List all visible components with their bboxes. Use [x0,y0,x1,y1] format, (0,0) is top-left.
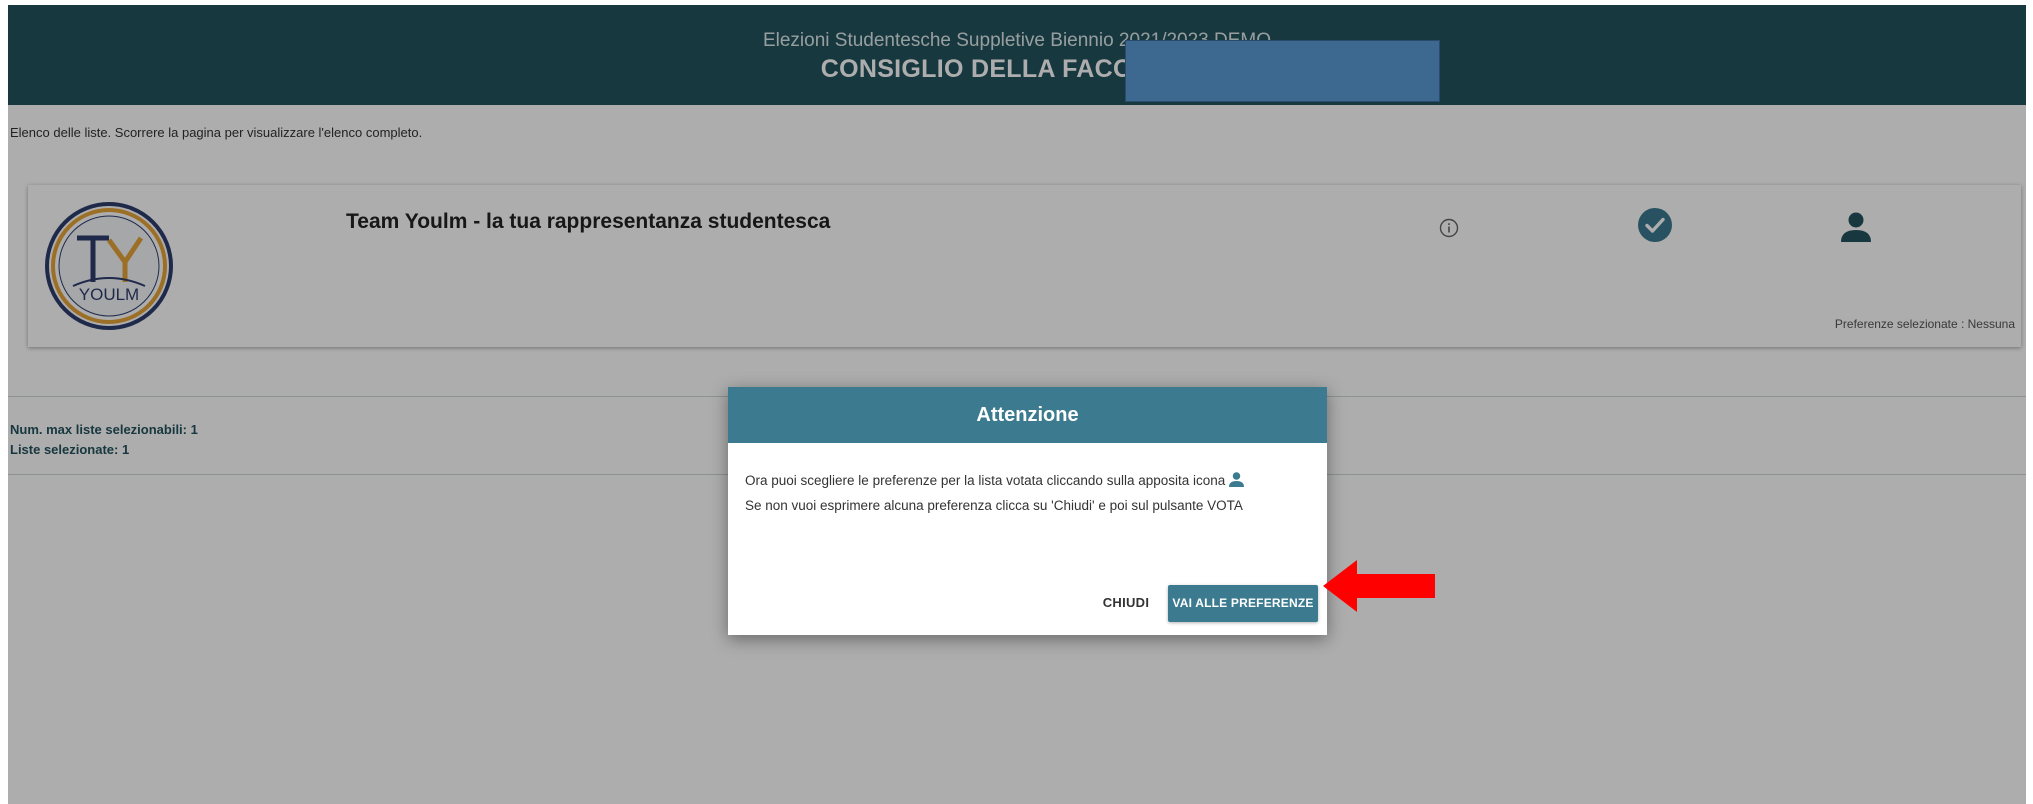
dialog-line-1-text: Ora puoi scegliere le preferenze per la … [745,473,1226,488]
user-icon [1229,472,1245,487]
dialog-line-1: Ora puoi scegliere le preferenze per la … [745,468,1315,493]
dialog-message: Ora puoi scegliere le preferenze per la … [745,468,1315,518]
attention-dialog: Attenzione Ora puoi scegliere le prefere… [728,387,1327,635]
dialog-title: Attenzione [728,387,1327,443]
dialog-line-2: Se non vuoi esprimere alcuna preferenza … [745,498,1243,513]
close-button[interactable]: CHIUDI [1086,586,1166,620]
page: Elezioni Studentesche Suppletive Biennio… [0,0,2033,804]
app-window: Elezioni Studentesche Suppletive Biennio… [8,5,2026,804]
red-arrow-icon [1323,560,1435,612]
go-to-preferences-button[interactable]: VAI ALLE PREFERENZE [1168,585,1318,622]
